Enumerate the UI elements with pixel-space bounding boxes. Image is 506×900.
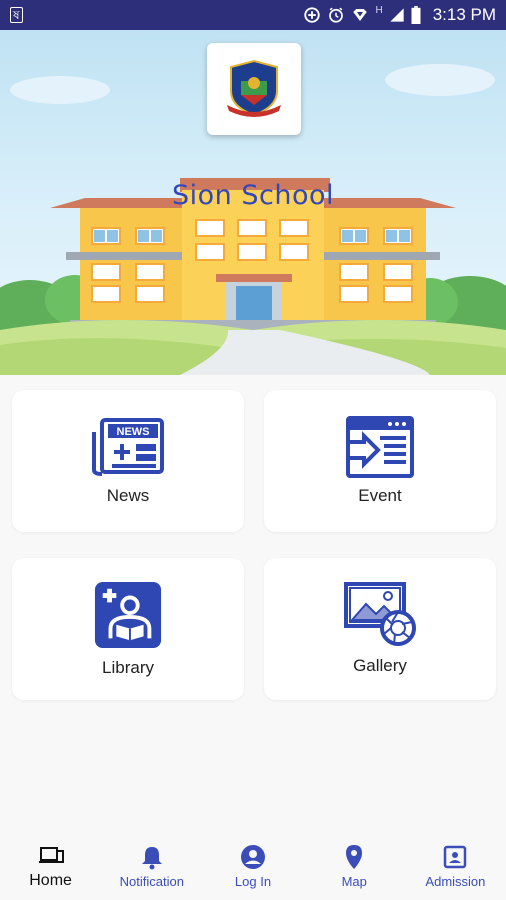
hero-banner: Sion School: [0, 30, 506, 375]
event-window-icon: [346, 416, 414, 478]
nav-home[interactable]: Home: [0, 832, 101, 900]
gallery-label: Gallery: [353, 656, 407, 675]
devices-icon: [38, 847, 64, 863]
nav-home-label: Home: [29, 872, 72, 889]
school-crest-icon: [227, 59, 281, 117]
data-saver-icon: [304, 7, 321, 23]
battery-icon: [411, 6, 421, 24]
bell-icon: [141, 846, 162, 869]
signal-icon: [390, 8, 404, 22]
nav-login[interactable]: Log In: [202, 832, 303, 900]
news-label: News: [106, 486, 150, 505]
library-tile[interactable]: Library: [12, 558, 244, 700]
account-circle-icon: [241, 844, 265, 869]
id-card-icon: [444, 845, 467, 868]
alarm-icon: [329, 7, 344, 23]
map-pin-icon: [346, 844, 363, 869]
svg-text:NEWS: NEWS: [117, 426, 150, 438]
nav-login-label: Log In: [234, 873, 272, 889]
gallery-tile[interactable]: Gallery: [264, 558, 496, 700]
library-reader-icon: [94, 581, 162, 649]
nav-map[interactable]: Map: [304, 832, 405, 900]
gallery-camera-icon: [344, 582, 416, 646]
nav-admission-label: Admission: [425, 873, 486, 889]
status-clock: 3:13 PM: [432, 5, 496, 24]
school-name: Sion School: [172, 180, 334, 211]
school-logo: [207, 43, 301, 135]
status-bar: ষ H 3:13 PM: [0, 0, 506, 30]
nav-map-label: Map: [341, 873, 367, 889]
newspaper-icon: NEWS: [92, 418, 164, 476]
vpn-key-icon: [353, 9, 368, 21]
nav-admission[interactable]: Admission: [405, 832, 506, 900]
event-tile[interactable]: Event: [264, 390, 496, 532]
event-label: Event: [358, 486, 402, 505]
nav-notification[interactable]: Notification: [101, 832, 202, 900]
network-type-label: H: [375, 4, 383, 16]
news-tile[interactable]: NEWS News: [12, 390, 244, 532]
bottom-navigation: Home Notification Log In Map Admission: [0, 832, 506, 900]
library-label: Library: [102, 658, 154, 677]
nav-notification-label: Notification: [119, 873, 184, 889]
app-notification-icon: ষ: [10, 7, 23, 23]
